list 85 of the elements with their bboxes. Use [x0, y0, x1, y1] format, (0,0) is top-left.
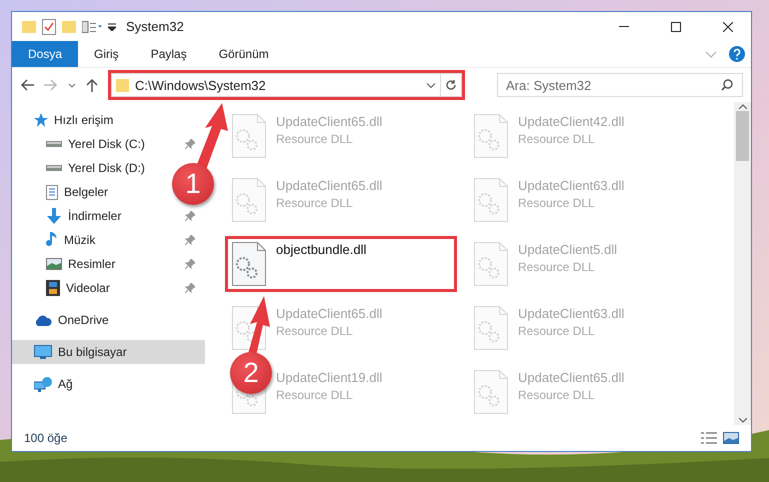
file-name: UpdateClient65.dll — [276, 178, 382, 193]
file-name: UpdateClient63.dll — [518, 178, 624, 193]
folder-icon — [116, 78, 129, 92]
ribbon-tab[interactable]: Paylaş — [134, 41, 203, 67]
cloud-icon — [34, 314, 52, 326]
file-type: Resource DLL — [276, 324, 354, 338]
scrollbar[interactable] — [734, 102, 751, 425]
file-type: Resource DLL — [518, 324, 596, 338]
sidebar-item[interactable]: OneDrive — [12, 308, 205, 332]
image-icon — [46, 258, 62, 270]
gear-file-icon — [232, 114, 266, 158]
callout-arrow — [196, 103, 228, 170]
file-name: objectbundle.dll — [276, 242, 366, 257]
file-type: Resource DLL — [276, 388, 354, 402]
star-icon — [34, 113, 48, 127]
monitor-icon — [34, 344, 52, 360]
chevron-down-icon[interactable] — [426, 82, 436, 88]
document-icon — [46, 184, 58, 200]
scroll-down-icon[interactable] — [738, 418, 746, 423]
sidebar-item[interactable]: Hızlı erişim — [12, 108, 205, 132]
close-icon — [723, 22, 733, 32]
dropdown-caret-icon[interactable] — [108, 22, 116, 30]
search-field[interactable]: Ara: System32 — [497, 73, 743, 97]
gear-file-icon — [474, 370, 508, 414]
file-type: Resource DLL — [276, 196, 354, 210]
pin-icon[interactable] — [185, 211, 195, 221]
music-note-icon — [46, 232, 58, 248]
scroll-up-icon[interactable] — [738, 104, 746, 109]
sidebar-item[interactable]: Yerel Disk (D:) — [46, 158, 145, 178]
back-arrow-icon[interactable] — [20, 79, 34, 91]
pin-icon[interactable] — [185, 283, 195, 293]
download-arrow-icon — [46, 208, 62, 224]
up-arrow-icon[interactable] — [86, 78, 98, 92]
network-icon — [34, 376, 52, 392]
gear-file-icon — [232, 178, 266, 222]
file-type: Resource DLL — [276, 132, 354, 146]
checklist-icon[interactable] — [42, 18, 56, 34]
scroll-thumb[interactable] — [736, 111, 749, 161]
sidebar-item[interactable]: Resimler — [46, 254, 116, 274]
sidebar-item[interactable]: Videolar — [46, 278, 110, 298]
ribbon-tab[interactable]: Dosya — [12, 41, 78, 67]
refresh-button[interactable] — [441, 73, 462, 97]
sidebar-item[interactable]: Müzik — [46, 230, 96, 250]
file-name: UpdateClient63.dll — [518, 306, 624, 321]
file-type: Resource DLL — [518, 388, 596, 402]
gear-file-icon — [474, 242, 508, 286]
file-type: Resource DLL — [518, 196, 596, 210]
ribbon-tab[interactable]: Giriş — [78, 41, 135, 67]
sidebar-item[interactable]: Yerel Disk (C:) — [46, 134, 145, 154]
pin-icon[interactable] — [185, 235, 195, 245]
address-path: C:\Windows\System32 — [135, 78, 267, 92]
chevron-down-icon[interactable] — [68, 82, 76, 88]
gear-file-icon — [474, 114, 508, 158]
minimize-icon — [619, 26, 629, 27]
sidebar-item[interactable]: Belgeler — [46, 182, 108, 202]
sidebar-item[interactable]: Ağ — [12, 372, 205, 396]
file-name: UpdateClient65.dll — [276, 114, 382, 129]
window-title: System32 — [126, 19, 185, 34]
sidebar-item[interactable]: İndirmeler — [46, 206, 122, 226]
file-name: UpdateClient5.dll — [518, 242, 618, 257]
file-name: UpdateClient42.dll — [518, 114, 624, 129]
thumbnail-view-icon[interactable] — [723, 432, 739, 444]
file-type: Resource DLL — [518, 132, 596, 146]
help-icon[interactable] — [729, 46, 745, 62]
address-field[interactable]: C:\Windows\System32 — [111, 73, 441, 97]
file-name: UpdateClient19.dll — [276, 370, 382, 385]
maximize-icon — [671, 22, 681, 32]
pin-icon[interactable] — [185, 139, 195, 149]
refresh-icon — [445, 79, 457, 91]
file-name: UpdateClient65.dll — [518, 370, 624, 385]
gear-file-icon — [232, 242, 266, 286]
highlighted-file-item[interactable]: objectbundle.dll — [225, 236, 457, 292]
gear-file-icon — [474, 178, 508, 222]
gear-file-icon — [474, 306, 508, 350]
properties-icon[interactable] — [82, 20, 102, 32]
drive-icon — [46, 165, 62, 171]
ribbon-tab[interactable]: Görünüm — [202, 41, 285, 67]
film-icon — [46, 280, 60, 296]
pin-icon[interactable] — [185, 259, 195, 269]
sidebar-item[interactable]: Bu bilgisayar — [12, 340, 205, 364]
file-type: Resource DLL — [518, 260, 596, 274]
details-view-icon[interactable] — [701, 432, 717, 444]
item-count: 100 öğe — [24, 431, 68, 445]
drive-icon — [46, 141, 62, 147]
file-name: UpdateClient65.dll — [276, 306, 382, 321]
